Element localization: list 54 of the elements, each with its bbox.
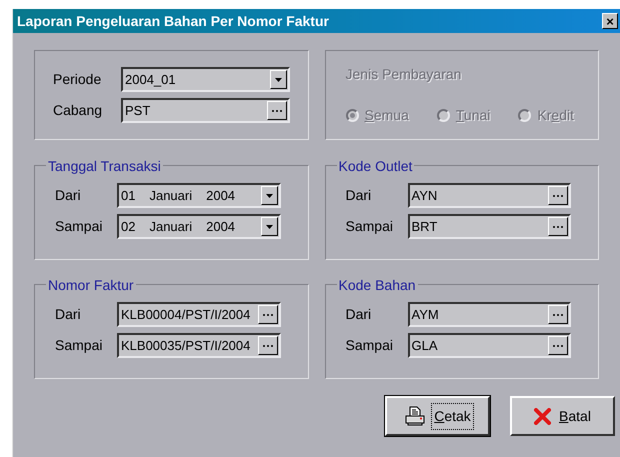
date-picker[interactable]: 01 Januari 2004 bbox=[117, 183, 280, 208]
field-label: Dari bbox=[346, 186, 372, 205]
field-label: Dari bbox=[346, 305, 372, 324]
browse-button[interactable] bbox=[548, 217, 568, 236]
field-value: KLB00004/PST/I/2004 bbox=[120, 306, 252, 324]
date-day: 01 bbox=[121, 186, 136, 206]
field-value: AYM bbox=[410, 306, 440, 324]
date-year: 2004 bbox=[206, 218, 236, 236]
window-title: Laporan Pengeluaran Bahan Per Nomor Faktur bbox=[17, 12, 329, 31]
dropdown-button[interactable] bbox=[270, 70, 286, 89]
field-label: Sampai bbox=[346, 217, 394, 236]
dropdown-arrow-icon bbox=[266, 194, 272, 198]
browse-button[interactable] bbox=[548, 186, 568, 205]
browse-button[interactable] bbox=[258, 305, 278, 324]
field-label: Periode bbox=[53, 70, 102, 89]
field-label: Dari bbox=[55, 305, 82, 324]
lookup-field[interactable]: KLB00004/PST/I/2004 bbox=[117, 302, 280, 327]
browse-button[interactable] bbox=[548, 336, 568, 355]
print-button[interactable]: Cetak bbox=[385, 396, 490, 436]
field-value: AYN bbox=[410, 186, 438, 205]
lookup-field[interactable]: AYN bbox=[408, 183, 571, 208]
date-picker[interactable]: 02 Januari 2004 bbox=[117, 214, 280, 239]
lookup-field[interactable]: AYM bbox=[408, 302, 571, 327]
group-title: Jenis Pembayaran bbox=[346, 66, 462, 82]
browse-button[interactable] bbox=[266, 101, 286, 120]
date-year: 2004 bbox=[206, 186, 236, 205]
dropdown-button[interactable] bbox=[260, 186, 278, 205]
date-month: Januari bbox=[149, 218, 192, 236]
date-day: 02 bbox=[121, 216, 136, 236]
close-button[interactable]: × bbox=[602, 13, 618, 29]
dropdown-arrow-icon bbox=[274, 78, 282, 82]
field-value: BRT bbox=[410, 218, 438, 236]
dropdown-arrow-icon bbox=[266, 224, 272, 228]
field-label: Dari bbox=[55, 186, 82, 205]
field-label: Sampai bbox=[55, 217, 104, 236]
lookup-field[interactable]: BRT bbox=[408, 214, 571, 239]
dropdown-button[interactable] bbox=[260, 217, 278, 236]
field-label: Cabang bbox=[53, 101, 104, 120]
printer-icon bbox=[404, 406, 426, 426]
browse-button[interactable] bbox=[548, 305, 568, 324]
field-value: PST bbox=[124, 102, 152, 120]
field-value: KLB00035/PST/I/2004 bbox=[120, 336, 252, 355]
field-value: GLA bbox=[410, 336, 439, 355]
field-label: Sampai bbox=[55, 336, 104, 355]
close-icon bbox=[534, 408, 552, 424]
cancel-button[interactable]: Batal bbox=[510, 396, 615, 436]
dropdown-field[interactable]: 2004_01 bbox=[121, 67, 290, 92]
lookup-field[interactable]: PST bbox=[121, 98, 290, 123]
lookup-field[interactable]: GLA bbox=[408, 333, 571, 358]
lookup-field[interactable]: KLB00035/PST/I/2004 bbox=[117, 333, 280, 358]
field-label: Sampai bbox=[346, 336, 394, 355]
field-value: 2004_01 bbox=[124, 70, 177, 89]
browse-button[interactable] bbox=[258, 336, 278, 355]
date-month: Januari bbox=[149, 186, 192, 205]
